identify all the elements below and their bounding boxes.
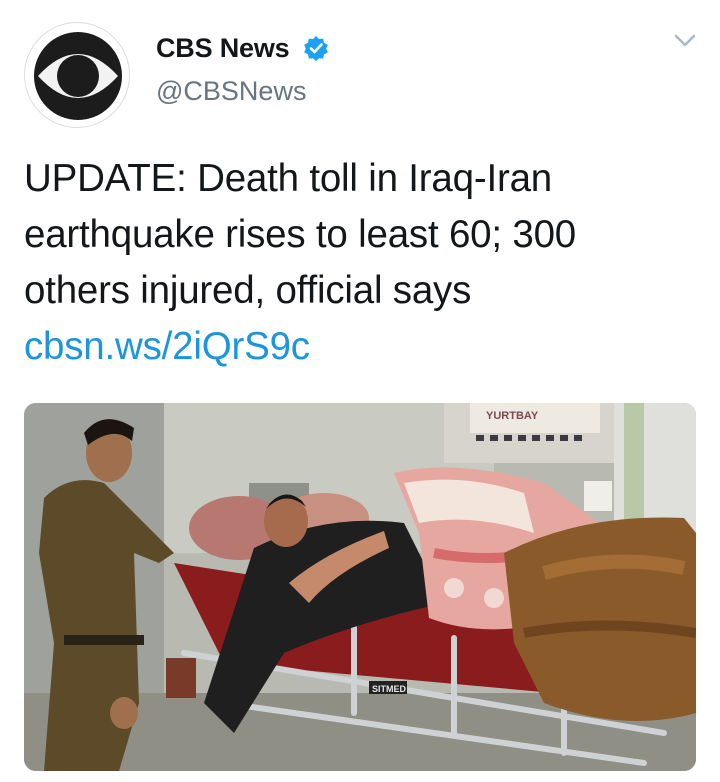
cbs-eye-logo-icon — [28, 26, 128, 126]
hospital-scene-photo: YURTBAY SITMED — [24, 403, 696, 771]
tweet-card[interactable]: CBS News @CBSNews UPDATE: Death toll in … — [0, 0, 720, 782]
tweet-link[interactable]: cbsn.ws/2iQrS9c — [24, 319, 696, 375]
stretcher-label-text: SITMED — [372, 684, 407, 694]
tweet-text-line: earthquake rises to least 60; 300 — [24, 213, 577, 256]
chevron-down-icon[interactable] — [674, 34, 696, 48]
wall-sign-text: YURTBAY — [486, 410, 539, 422]
avatar[interactable] — [24, 22, 130, 128]
author-handle[interactable]: @CBSNews — [156, 74, 306, 108]
tweet-text: UPDATE: Death toll in Iraq-Iran earthqua… — [24, 151, 696, 375]
tweet-text-line: others injured, official says — [24, 269, 472, 312]
author-display-name[interactable]: CBS News — [156, 31, 290, 65]
tweet-media-photo[interactable]: YURTBAY SITMED — [24, 403, 696, 771]
tweet-text-line: UPDATE: Death toll in Iraq-Iran — [24, 157, 553, 200]
verified-badge-icon — [304, 36, 328, 61]
